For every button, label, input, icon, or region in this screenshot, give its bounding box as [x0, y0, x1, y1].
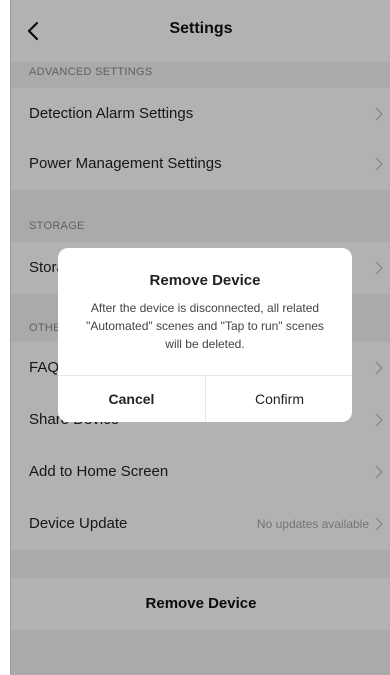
cancel-button[interactable]: Cancel: [58, 376, 205, 422]
remove-device-dialog: Remove Device After the device is discon…: [58, 248, 352, 422]
dialog-title: Remove Device: [149, 272, 261, 289]
dialog-message: After the device is disconnected, all re…: [86, 301, 324, 351]
confirm-button[interactable]: Confirm: [206, 376, 352, 422]
settings-screen: Settings ADVANCED SETTINGS Detection Ala…: [10, 0, 390, 675]
